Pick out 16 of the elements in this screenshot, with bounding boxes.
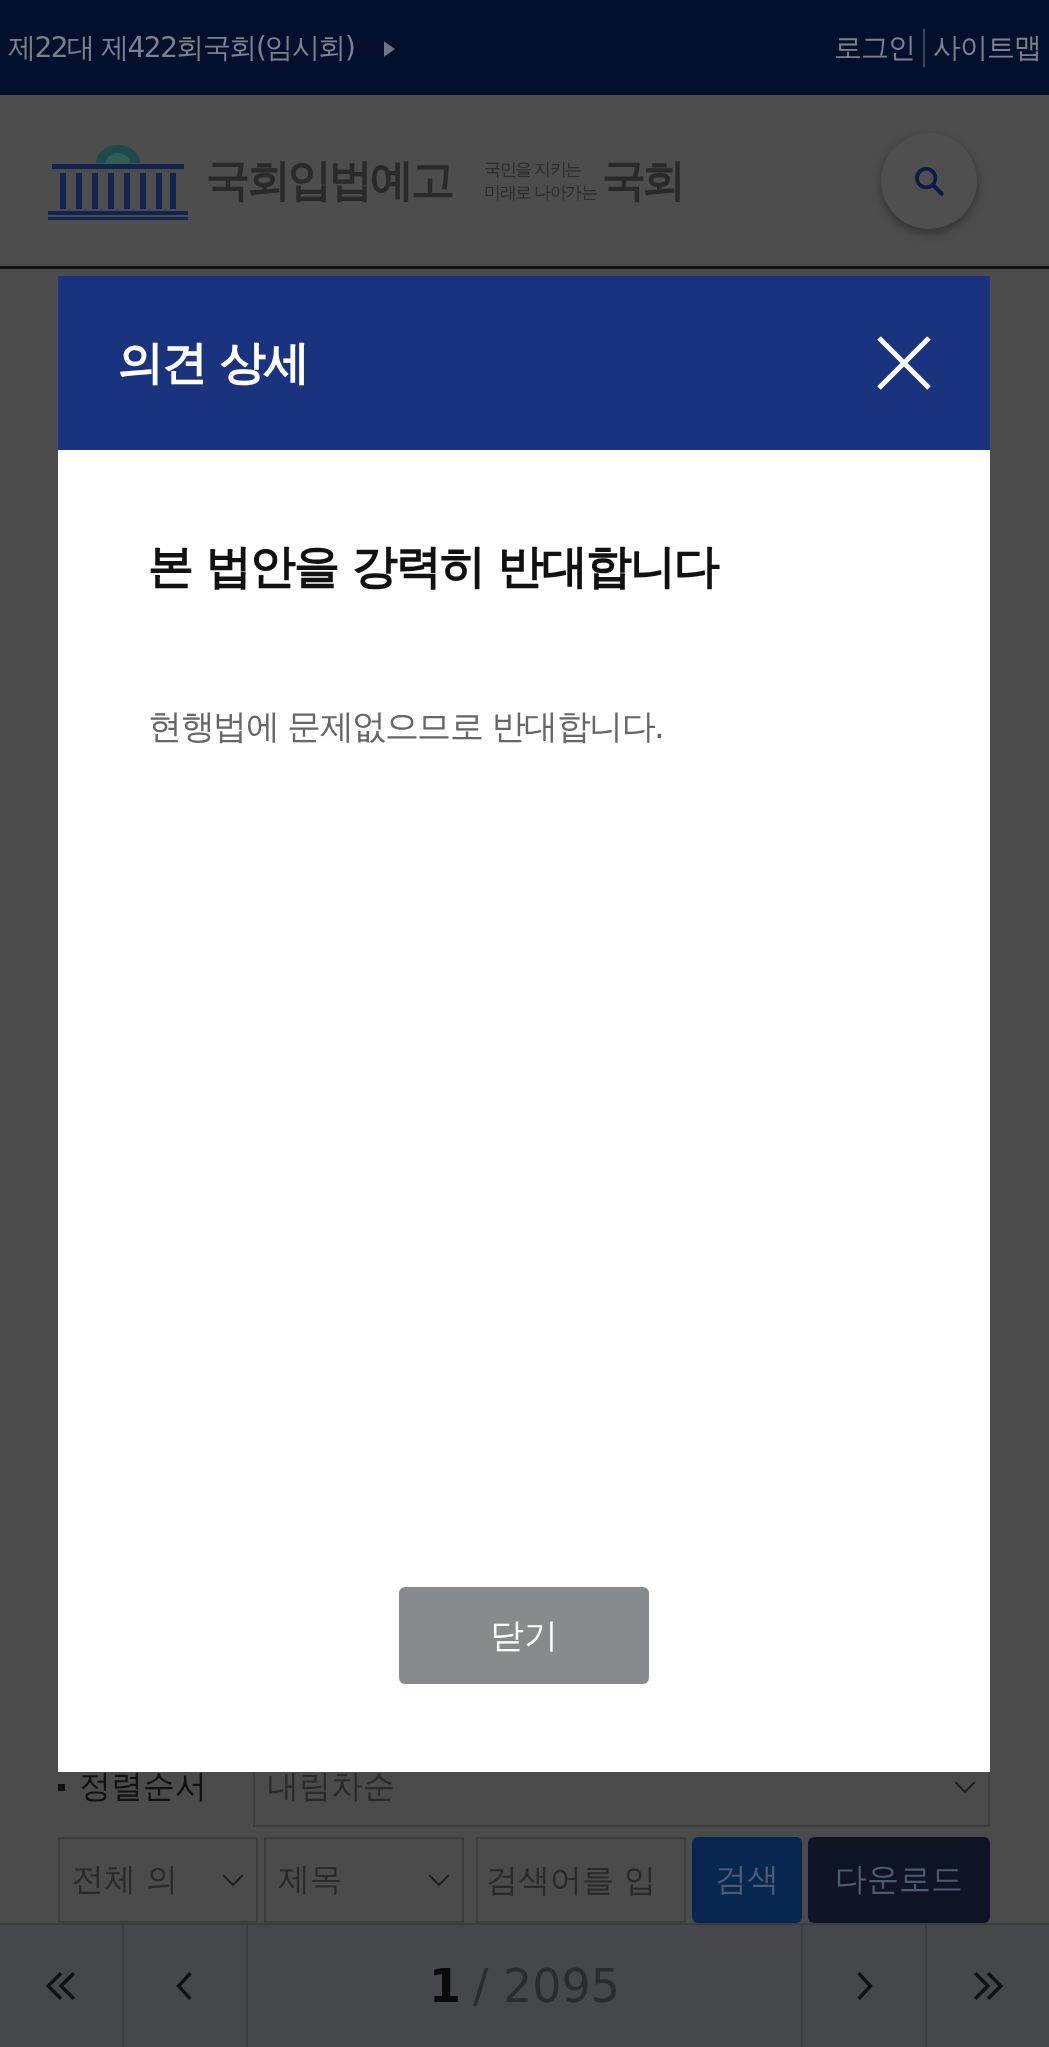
close-button[interactable]: 닫기 [399, 1587, 649, 1684]
download-button[interactable]: 다운로드 [808, 1837, 990, 1923]
modal-title: 의견 상세 [118, 334, 308, 391]
opinion-title: 본 법안을 강력히 반대합니다 [148, 538, 720, 595]
chevron-down-icon [428, 1873, 450, 1887]
bullet-icon [58, 1783, 65, 1791]
current-page: 1 [428, 1959, 461, 2013]
session-link[interactable]: 제22대 제422회국회(임시회) [8, 28, 396, 67]
chevron-down-icon [222, 1873, 244, 1887]
sort-label: 정렬순서 [79, 1766, 208, 1807]
top-link[interactable]: 사이트맵 [923, 28, 1041, 67]
opinion-text: 현행법에 문제없으므로 반대합니다. [148, 705, 665, 748]
search-button[interactable]: 검색 [692, 1837, 802, 1923]
close-icon[interactable] [876, 335, 932, 391]
chevron-down-icon [954, 1780, 976, 1794]
top-link[interactable]: 로그인 [826, 28, 923, 67]
